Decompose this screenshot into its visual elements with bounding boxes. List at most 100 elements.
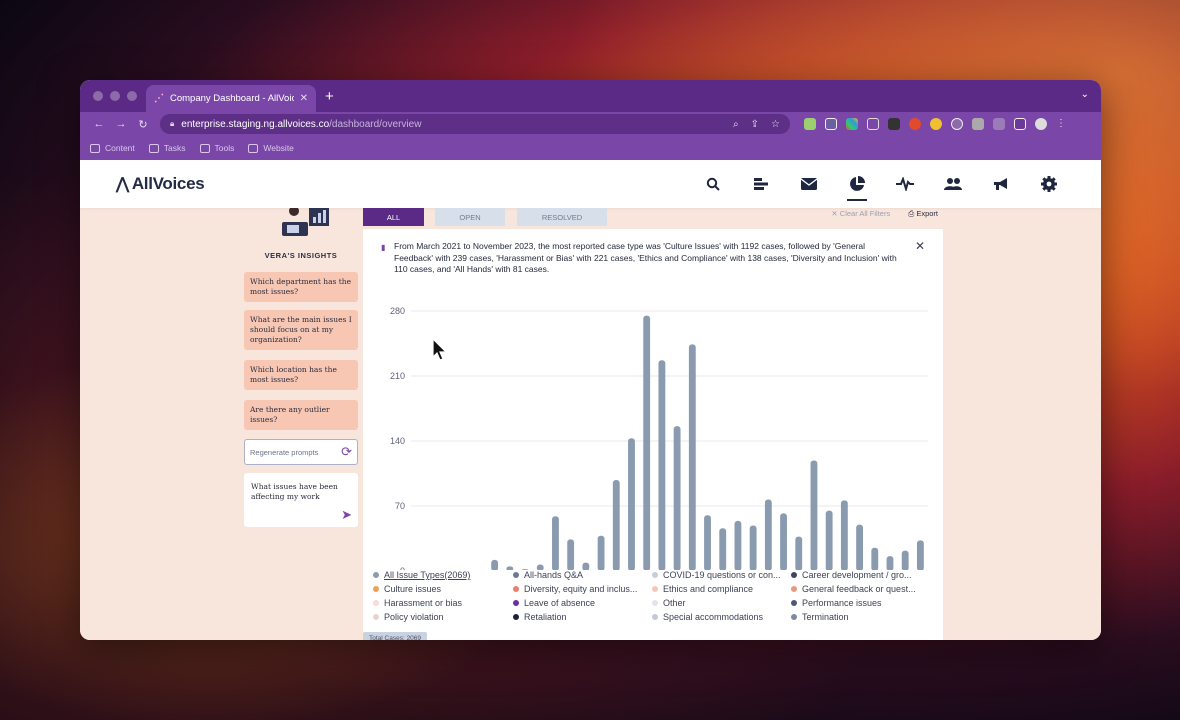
extension-icon[interactable] [888,118,900,130]
minimize-window-icon[interactable] [110,91,120,101]
window-controls[interactable] [93,91,137,101]
bookmark-tools[interactable]: Tools [199,143,234,153]
share-icon[interactable]: ⇪ [751,119,759,130]
announcements-icon[interactable] [989,172,1013,196]
chart-bar[interactable] [795,536,803,570]
extension-icon[interactable] [972,118,984,130]
forward-icon[interactable]: → [110,118,132,130]
chart-bar[interactable] [871,547,879,570]
avatar[interactable] [1035,118,1047,130]
zoom-icon[interactable]: ⌕ [733,119,739,130]
reports-icon[interactable] [749,172,773,196]
inbox-icon[interactable] [797,172,821,196]
regenerate-prompts-button[interactable]: Regenerate prompts ⟳ [244,439,358,465]
chart-bar[interactable] [688,344,696,570]
tab-resolved[interactable]: RESOLVED [517,208,607,226]
puzzle-icon[interactable] [993,118,1005,130]
chart-bar[interactable] [704,515,711,570]
legend-swatch [513,614,519,620]
extension-icon[interactable] [804,118,816,130]
bookmark-tasks[interactable]: Tasks [148,143,186,153]
legend-item[interactable]: Harassment or bias [373,598,462,608]
chart-bar[interactable] [825,510,833,570]
chart-bar[interactable] [552,516,559,570]
allvoices-logo[interactable]: ⋀ AllVoices [116,174,205,194]
extension-icon[interactable] [909,118,921,130]
legend-item[interactable]: Other [652,598,686,608]
legend-item[interactable]: Leave of absence [513,598,595,608]
chart-bar[interactable] [764,499,772,571]
chart-bar[interactable] [780,513,787,570]
legend-item[interactable]: COVID-19 questions or con... [652,570,781,580]
legend-item[interactable]: Culture issues [373,584,441,594]
back-icon[interactable]: ← [88,118,110,130]
people-icon[interactable] [941,172,965,196]
legend-label: Leave of absence [524,598,596,608]
extension-icon[interactable] [951,118,963,130]
browser-tab[interactable]: ⋰ Company Dashboard - AllVoices ✕ [146,85,316,112]
legend-item[interactable]: All-hands Q&A [513,570,583,580]
legend-item[interactable]: Special accommodations [652,612,763,622]
regenerate-label: Regenerate prompts [250,447,319,457]
chart-bar[interactable] [856,524,863,570]
bookmark-star-icon[interactable]: ☆ [771,119,780,130]
tab-all[interactable]: ALL [363,208,424,226]
close-window-icon[interactable] [93,91,103,101]
chart-bar[interactable] [491,559,499,570]
tab-close-icon[interactable]: ✕ [300,93,308,104]
export-button[interactable]: ⎙ Export [908,209,938,219]
chart-bar[interactable] [582,562,590,570]
y-tick-label: 210 [390,371,405,381]
maximize-window-icon[interactable] [127,91,137,101]
ask-vera-input[interactable]: What issues have been affecting my work … [244,473,358,527]
legend-item[interactable]: Ethics and compliance [652,584,753,594]
chart-bar[interactable] [597,535,605,570]
chart-bar[interactable] [734,520,742,570]
reload-icon[interactable]: ↻ [132,118,154,131]
chart-bar[interactable] [673,426,681,570]
extension-icon[interactable] [825,118,837,130]
chart-bar[interactable] [567,539,575,570]
legend-item[interactable]: Performance issues [791,598,882,608]
settings-icon[interactable] [1037,172,1061,196]
extension-icon[interactable] [930,118,942,130]
legend-item[interactable]: General feedback or quest... [791,584,916,594]
legend-item[interactable]: Career development / gro... [791,570,912,580]
chart-bar[interactable] [658,360,666,570]
url-bar[interactable]: 🔒︎ enterprise.staging.ng.allvoices.co/da… [160,114,790,134]
suggested-prompt[interactable]: Which location has the most issues? [244,360,358,390]
new-tab-button[interactable]: + [325,88,334,105]
extension-icon[interactable] [846,118,858,130]
chart-bar[interactable] [719,528,727,570]
chart-bar[interactable] [916,540,924,570]
legend-item[interactable]: Termination [791,612,849,622]
legend-item[interactable]: Policy violation [373,612,444,622]
tab-list-chevron-icon[interactable]: ⌄ [1081,89,1089,100]
chart-bar[interactable] [643,315,651,570]
search-icon[interactable] [701,172,725,196]
dashboard-icon[interactable] [845,172,869,201]
tab-open[interactable]: OPEN [435,208,505,226]
kebab-menu-icon[interactable]: ⋮ [1056,118,1066,130]
allvoices-logo-icon: ⋀ [116,176,129,193]
legend-item[interactable]: Retaliation [513,612,567,622]
chart-bar[interactable] [749,525,757,571]
legend-item[interactable]: All Issue Types(2069) [373,570,470,580]
bookmark-content[interactable]: Content [90,143,135,153]
chart-bar[interactable] [810,460,818,571]
chart-bar[interactable] [901,550,909,570]
suggested-prompt[interactable]: Which department has the most issues? [244,272,358,302]
suggested-prompt[interactable]: Are there any outlier issues? [244,400,358,430]
suggested-prompt[interactable]: What are the main issues I should focus … [244,310,358,350]
chart-bar[interactable] [612,480,620,570]
extension-icon[interactable] [867,118,879,130]
chart-bar[interactable] [628,438,635,570]
bookmark-website[interactable]: Website [248,143,294,153]
send-icon[interactable]: ➤ [341,509,352,522]
chart-bar[interactable] [886,556,894,570]
chart-bar[interactable] [840,500,848,570]
legend-item[interactable]: Diversity, equity and inclus... [513,584,637,594]
clear-filters-button[interactable]: ✕ Clear All Filters [831,209,890,219]
activity-icon[interactable] [893,172,917,196]
sidebar-icon[interactable] [1014,118,1026,130]
